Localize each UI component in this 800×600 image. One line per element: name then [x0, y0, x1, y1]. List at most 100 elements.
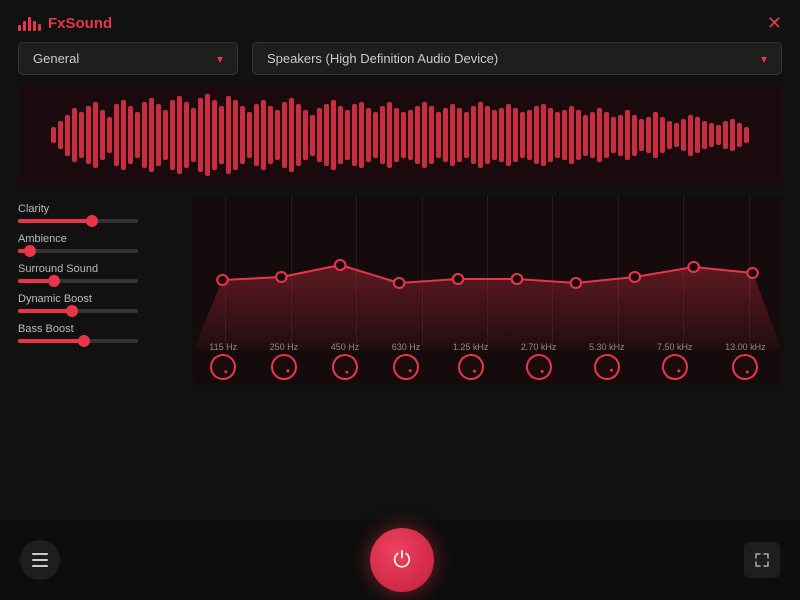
eq-band: 250 Hz: [270, 342, 299, 380]
slider-thumb[interactable]: [78, 335, 90, 347]
wave-bar: [548, 108, 553, 161]
wave-bar: [282, 102, 287, 168]
logo: FxSound: [18, 15, 112, 32]
wave-bar: [233, 100, 238, 170]
slider-label: Surround Sound: [18, 263, 183, 275]
wave-bar: [163, 110, 168, 159]
eq-knob[interactable]: [656, 349, 693, 385]
wave-bar: [170, 100, 175, 170]
wave-bar: [716, 125, 721, 146]
logo-bar-2: [23, 21, 26, 31]
wave-bar: [114, 104, 119, 166]
slider-label: Ambience: [18, 233, 183, 245]
wave-bar: [618, 115, 623, 156]
slider-track[interactable]: [18, 309, 138, 313]
menu-line-2: [32, 559, 48, 561]
logo-bar-3: [28, 17, 31, 31]
eq-knob[interactable]: [328, 350, 361, 383]
eq-freq-label: 115 Hz: [209, 342, 237, 352]
eq-knob-dot: [472, 369, 476, 373]
wave-bar: [632, 115, 637, 156]
wave-bar: [723, 121, 728, 150]
wave-bar: [107, 117, 112, 154]
slider-row: Surround Sound: [18, 263, 183, 283]
wave-bar: [261, 100, 266, 170]
eq-knob[interactable]: [388, 349, 425, 385]
logo-bar-5: [38, 24, 41, 31]
eq-band: 7.50 kHz: [657, 342, 693, 380]
slider-track[interactable]: [18, 339, 138, 343]
wave-bar: [345, 110, 350, 159]
slider-fill: [18, 339, 84, 343]
expand-button[interactable]: [744, 542, 780, 578]
eq-band: 115 Hz: [209, 342, 237, 380]
wave-bar: [702, 121, 707, 150]
wave-bar: [184, 102, 189, 168]
controls-area: Clarity Ambience Surround Sound Dynamic Boo…: [18, 195, 782, 385]
wave-bar: [737, 123, 742, 148]
slider-track[interactable]: [18, 279, 138, 283]
wave-bar: [674, 123, 679, 148]
wave-bar: [394, 108, 399, 161]
wave-bar: [401, 112, 406, 157]
wave-bar: [443, 108, 448, 161]
wave-bar: [709, 123, 714, 148]
slider-track[interactable]: [18, 219, 138, 223]
wave-bar: [324, 104, 329, 166]
slider-thumb[interactable]: [86, 215, 98, 227]
eq-freq-label: 1.25 kHz: [453, 342, 489, 352]
power-button[interactable]: ⏻: [370, 528, 434, 592]
logo-bar-4: [33, 21, 36, 31]
wave-bar: [506, 104, 511, 166]
eq-panel: 115 Hz250 Hz450 Hz630 Hz1.25 kHz2.70 kHz…: [193, 195, 782, 385]
close-button[interactable]: ✕: [767, 14, 782, 32]
wave-bar: [527, 110, 532, 159]
eq-knob[interactable]: [205, 349, 241, 385]
eq-knob[interactable]: [452, 349, 489, 385]
wave-bar: [212, 100, 217, 170]
eq-band: 13.00 kHz: [725, 342, 766, 380]
logo-bar-1: [18, 25, 21, 31]
slider-label: Dynamic Boost: [18, 293, 183, 305]
wave-bar: [240, 106, 245, 163]
device-dropdown[interactable]: Speakers (High Definition Audio Device) …: [252, 42, 782, 75]
wave-bar: [660, 117, 665, 154]
wave-bar: [646, 117, 651, 154]
slider-row: Ambience: [18, 233, 183, 253]
wave-bar: [219, 106, 224, 163]
eq-freq-label: 630 Hz: [392, 342, 421, 352]
slider-thumb[interactable]: [66, 305, 78, 317]
slider-row: Clarity: [18, 203, 183, 223]
eq-knob[interactable]: [728, 350, 763, 385]
eq-freq-label: 450 Hz: [331, 342, 360, 352]
wave-bar: [485, 106, 490, 163]
power-icon: ⏻: [393, 549, 410, 571]
wave-bar: [142, 102, 147, 168]
slider-thumb[interactable]: [24, 245, 36, 257]
slider-row: Bass Boost: [18, 323, 183, 343]
menu-button[interactable]: [20, 540, 60, 580]
wave-bar: [359, 102, 364, 168]
wave-bar: [380, 106, 385, 163]
wave-bar: [177, 96, 182, 174]
eq-knob[interactable]: [589, 349, 625, 385]
slider-thumb[interactable]: [48, 275, 60, 287]
wave-bar: [408, 110, 413, 159]
preset-dropdown[interactable]: General ▾: [18, 42, 238, 75]
wave-bar: [520, 112, 525, 157]
eq-freq-label: 13.00 kHz: [725, 342, 766, 352]
logo-text: FxSound: [48, 15, 112, 32]
wave-bar: [387, 102, 392, 168]
eq-knob[interactable]: [521, 349, 557, 385]
wave-bar: [576, 110, 581, 159]
wave-bar: [639, 119, 644, 152]
slider-track[interactable]: [18, 249, 138, 253]
wave-bar: [464, 112, 469, 157]
wave-bar: [289, 98, 294, 172]
expand-icon: [754, 552, 770, 568]
eq-knob-dot: [345, 370, 349, 374]
wave-bar: [303, 110, 308, 159]
wave-bar: [667, 121, 672, 150]
wave-bar: [226, 96, 231, 174]
eq-knob[interactable]: [266, 349, 303, 385]
